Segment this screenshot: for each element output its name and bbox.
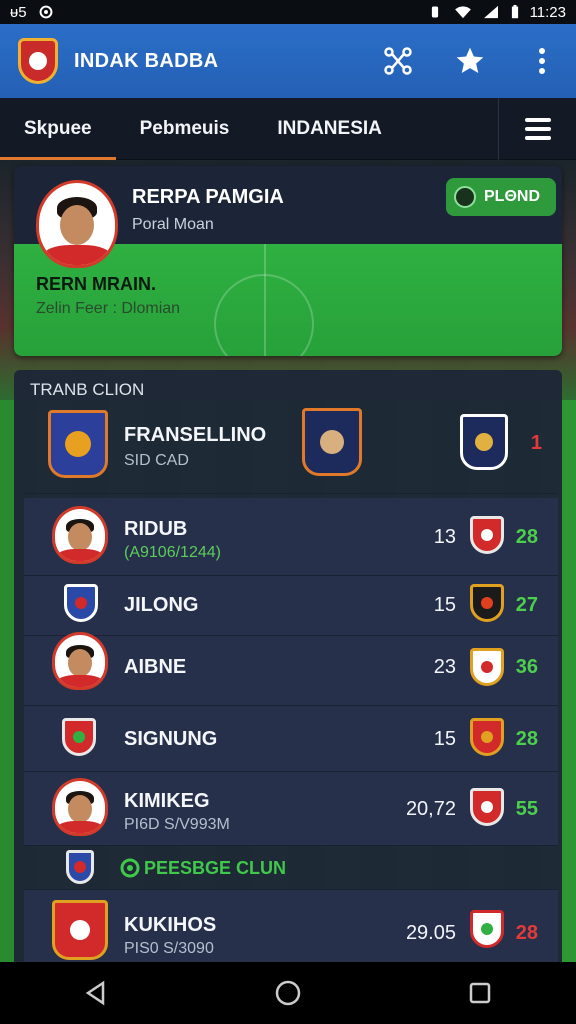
player-row[interactable]: KIMIKEG PI6D S/V993M 20,72 55 — [24, 772, 558, 846]
star-icon — [456, 47, 484, 73]
tab-bar: Skpuee Pebmeuis INDAΝESIA — [0, 97, 576, 160]
player-row[interactable]: JILONG 15 27 — [24, 576, 558, 636]
home-button[interactable] — [268, 973, 308, 1013]
badge-label: PLΘND — [484, 188, 540, 205]
player-avatar — [52, 778, 108, 836]
status-app-indicator: ᵾ5 — [10, 3, 27, 21]
share-button[interactable] — [382, 45, 414, 77]
featured-secondary-name: RERN MRAIN. — [36, 274, 156, 294]
badge-icon — [454, 186, 476, 208]
section-crest-icon — [66, 850, 94, 884]
app-bar: INDAK BADBA — [0, 24, 576, 98]
tab-skpuee[interactable]: Skpuee — [0, 98, 116, 160]
player-number: 15 — [433, 594, 456, 616]
player-number: 23 — [433, 656, 456, 678]
player-club-crest-icon — [64, 584, 98, 622]
more-vertical-icon — [539, 48, 545, 74]
panel-title: TRANB CLION — [30, 380, 145, 399]
player-number: 29.05 — [405, 922, 456, 944]
player-row[interactable]: RIDUB (A9106/1244) 13 28 — [24, 498, 558, 576]
header-score: 1 — [530, 432, 542, 454]
player-score: 27 — [515, 594, 538, 616]
tab-menu-button[interactable] — [498, 97, 576, 160]
player-number: 13 — [433, 526, 456, 548]
player-subtitle: PIS0 S/3090 — [124, 940, 214, 957]
notification-icon — [39, 5, 52, 19]
section-row: PEESBGE CLUN — [24, 846, 558, 890]
player-name: KUKIHOS — [124, 914, 217, 936]
app-logo — [18, 38, 58, 84]
status-time: 11:23 — [529, 3, 566, 21]
club-header-row[interactable]: FRANSELLINO SID CAD 1 — [24, 404, 558, 494]
overflow-menu-button[interactable] — [526, 45, 558, 77]
club-icon — [120, 858, 140, 878]
share-icon — [384, 47, 412, 75]
club-crest-center-icon — [302, 408, 362, 476]
app-actions — [382, 45, 558, 77]
player-score: 28 — [515, 922, 538, 944]
player-avatar — [52, 506, 108, 564]
hamburger-icon — [524, 117, 551, 140]
opponent-crest-icon — [460, 414, 508, 470]
club-name: FRANSELLINO — [124, 424, 267, 446]
favorite-button[interactable] — [454, 45, 486, 77]
featured-player-name: RERPA PAMGIA — [132, 186, 284, 208]
club-list-panel: TRANB CLION FRANSELLINO SID CAD 1 RIDUB … — [14, 370, 562, 970]
tab-indonesia[interactable]: INDAΝESIA — [253, 98, 406, 160]
player-name: JILONG — [124, 594, 199, 616]
player-score: 28 — [515, 526, 538, 548]
player-name: KIMIKEG — [124, 790, 210, 812]
recents-square-icon — [469, 982, 491, 1004]
club-crest-icon — [48, 410, 108, 478]
recents-button[interactable] — [460, 973, 500, 1013]
tab-pebmeuis[interactable]: Pebmeuis — [116, 98, 254, 160]
player-score: 36 — [515, 656, 538, 678]
player-name: AIBNE — [124, 656, 187, 678]
system-nav-bar — [0, 962, 576, 1024]
player-subtitle: (A9106/1244) — [124, 544, 221, 561]
status-right: 11:23 — [426, 4, 566, 21]
player-number: 20,72 — [405, 798, 456, 820]
player-avatar — [52, 632, 108, 690]
player-row[interactable]: SIGNUNG 15 28 — [24, 706, 558, 772]
signal-icon — [483, 5, 498, 19]
player-name: SIGNUNG — [124, 728, 218, 750]
section-label: PEESBGE CLUN — [144, 858, 287, 878]
player-subtitle: PI6D S/V993M — [124, 816, 230, 833]
featured-detail: Zelin Feer : Dlomian — [36, 300, 181, 317]
featured-player-avatar — [36, 180, 118, 268]
battery-icon — [511, 5, 518, 19]
player-row[interactable]: KUKIHOS PIS0 S/3090 29.05 28 — [24, 890, 558, 970]
featured-player-subtitle: Poral Moan — [132, 216, 214, 233]
featured-player-card[interactable]: RERPA PAMGIA Poral Moan PLΘND RERN MRAIN… — [14, 166, 562, 356]
status-left: ᵾ5 — [10, 4, 55, 21]
status-bar: ᵾ5 11:23 — [0, 0, 576, 24]
player-club-crest-icon — [62, 718, 96, 756]
player-name: RIDUB — [124, 518, 188, 540]
player-number: 15 — [433, 728, 456, 750]
featured-status-badge[interactable]: PLΘND — [446, 178, 556, 216]
player-row[interactable]: AIBNE 23 36 — [24, 632, 558, 706]
club-subtitle: SID CAD — [124, 452, 189, 469]
back-button[interactable] — [76, 973, 116, 1013]
app-title: INDAK BADBA — [74, 49, 219, 72]
player-club-crest-icon — [52, 900, 108, 960]
wifi-icon — [454, 6, 471, 19]
home-circle-icon — [275, 980, 301, 1006]
vibrate-icon — [431, 6, 438, 18]
player-score: 55 — [515, 798, 538, 820]
player-score: 28 — [515, 728, 538, 750]
back-triangle-icon — [85, 980, 105, 1006]
